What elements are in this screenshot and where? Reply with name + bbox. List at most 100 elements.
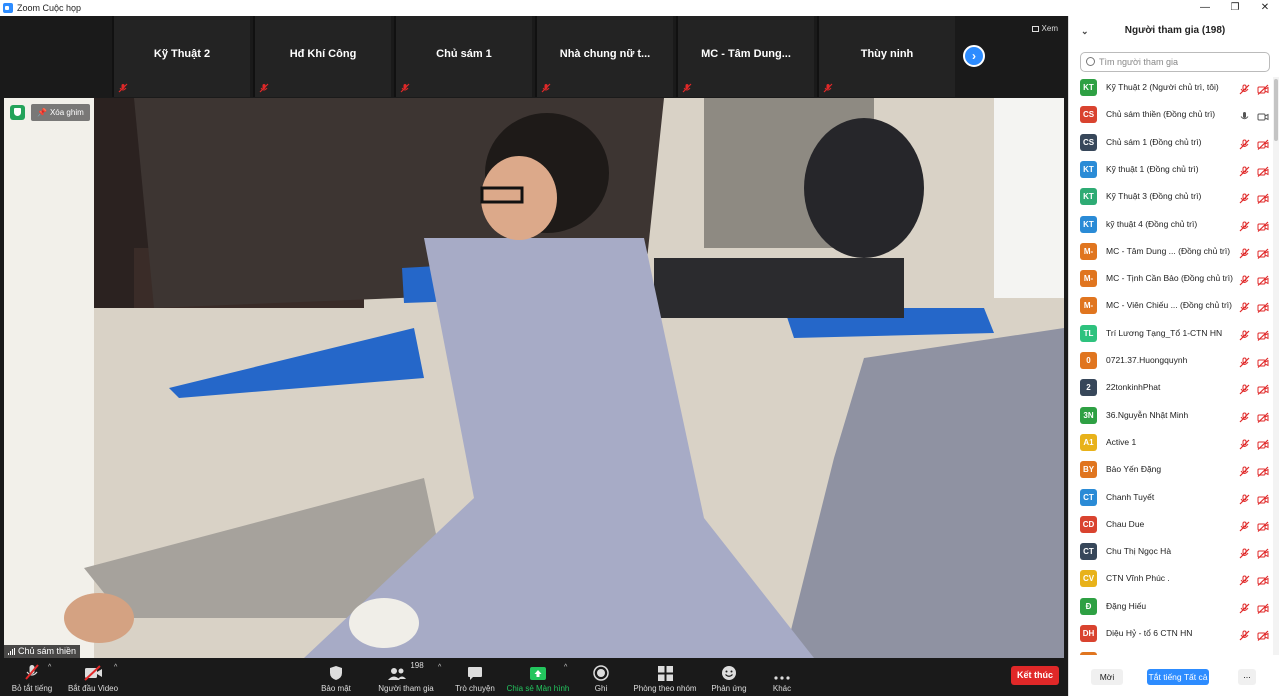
mic-muted-icon[interactable] <box>1239 273 1250 291</box>
mic-muted-icon[interactable] <box>1239 164 1250 182</box>
participant-row[interactable]: CT Chanh Tuyết <box>1069 487 1274 514</box>
camera-off-icon <box>1257 164 1269 182</box>
close-window-button[interactable]: ✕ <box>1250 0 1280 16</box>
panel-more-button[interactable]: ... <box>1238 669 1256 685</box>
participant-row[interactable]: M- MC - Tịnh Cần Bảo (Đồng chủ trì) <box>1069 268 1274 295</box>
window-controls: — ❐ ✕ <box>1190 0 1280 16</box>
mic-muted-icon[interactable] <box>1239 546 1250 564</box>
mic-muted-icon <box>25 664 39 680</box>
thumbnail-tile[interactable]: Nhà chung nữ t... <box>535 16 673 97</box>
mic-muted-icon[interactable] <box>1239 464 1250 482</box>
collapse-panel-icon[interactable]: ⌄ <box>1081 16 1089 46</box>
invite-button[interactable]: Mời <box>1091 669 1123 685</box>
share-options-caret[interactable]: ^ <box>564 664 567 671</box>
thumbnail-tile[interactable]: Chủ sám 1 <box>394 16 532 97</box>
mic-muted-icon[interactable] <box>1239 137 1250 155</box>
view-button[interactable]: Xem <box>1031 24 1058 33</box>
thumbnail-tile[interactable]: Hđ Khí Công <box>253 16 391 97</box>
avatar: CT <box>1080 543 1097 561</box>
mic-muted-icon[interactable] <box>1239 246 1250 264</box>
participant-row[interactable]: CV CTN Vĩnh Phúc . <box>1069 568 1274 595</box>
panel-header: ⌄ Người tham gia (198) <box>1069 16 1280 46</box>
participant-row[interactable]: KT Kỹ thuật 1 (Đồng chủ trì) <box>1069 159 1274 186</box>
mic-muted-icon[interactable] <box>1239 437 1250 455</box>
minimize-button[interactable]: — <box>1190 0 1220 16</box>
mic-muted-icon[interactable] <box>1239 82 1250 100</box>
avatar: M- <box>1080 297 1097 315</box>
mic-muted-icon[interactable] <box>1239 573 1250 591</box>
avatar: CS <box>1080 106 1097 124</box>
participant-row[interactable]: CS Chủ sám 1 (Đồng chủ trì) <box>1069 132 1274 159</box>
next-page-button[interactable]: › <box>963 45 985 67</box>
mic-muted-icon[interactable] <box>1239 328 1250 346</box>
thumbnail-tile[interactable]: MC - Tâm Dung... <box>676 16 814 97</box>
participant-list-scrollbar[interactable] <box>1273 77 1279 655</box>
share-screen-button[interactable]: Chia sẻ Màn hình <box>506 658 570 696</box>
thumbnail-tile[interactable]: Kỹ Thuật 2 <box>112 16 250 97</box>
search-icon <box>1086 57 1095 66</box>
reactions-button[interactable]: Phản ứng <box>708 658 750 696</box>
camera-off-icon <box>1257 300 1269 318</box>
mic-muted-icon[interactable] <box>1239 300 1250 318</box>
video-options-caret[interactable]: ^ <box>114 664 117 671</box>
avatar: KT <box>1080 215 1097 233</box>
audio-options-caret[interactable]: ^ <box>48 664 51 671</box>
participant-row[interactable]: CS Chủ sám thiền (Đồng chủ trì) <box>1069 104 1274 131</box>
breakout-rooms-button[interactable]: Phòng theo nhóm <box>630 658 700 696</box>
participant-row[interactable]: TL Trí Lương Tạng_Tổ 1-CTN HN <box>1069 323 1274 350</box>
participant-row[interactable]: 3N 36.Nguyễn Nhật Minh <box>1069 405 1274 432</box>
avatar: DH <box>1080 625 1097 642</box>
mic-muted-icon[interactable] <box>1239 601 1250 619</box>
participant-name: Chủ sám 1 (Đồng chủ trì) <box>1106 136 1202 147</box>
mute-all-button[interactable]: Tắt tiếng Tất cả <box>1147 669 1209 685</box>
mic-muted-icon[interactable] <box>1239 191 1250 209</box>
security-button[interactable]: Bảo mật <box>316 658 356 696</box>
participant-name: 0721.37.Huongquynh <box>1106 355 1188 365</box>
participant-list: KT Kỹ Thuật 2 (Người chủ trì, tôi) CS Chủ s… <box>1069 77 1274 655</box>
record-button[interactable]: Ghi <box>586 658 616 696</box>
mic-icon[interactable] <box>1239 109 1250 127</box>
avatar: 0 <box>1080 352 1097 369</box>
participant-row[interactable]: Đ Đặng Hiếu <box>1069 596 1274 623</box>
camera-off-icon <box>1257 410 1269 428</box>
participant-row[interactable] <box>1069 650 1274 655</box>
participant-name: kỹ thuật 4 (Đồng chủ trì) <box>1106 218 1198 229</box>
speaker-name: Chủ sám thiền <box>18 646 77 656</box>
end-meeting-button[interactable]: Kết thúc <box>1011 666 1059 685</box>
mic-muted-icon[interactable] <box>1239 519 1250 537</box>
participants-options-caret[interactable]: ^ <box>438 664 441 671</box>
participant-row[interactable]: 0 0721.37.Huongquynh <box>1069 350 1274 377</box>
shield-icon[interactable] <box>10 105 25 120</box>
camera-off-icon <box>1257 219 1269 237</box>
title-bar: Zoom Cuộc họp — ❐ ✕ <box>0 0 1280 16</box>
more-button[interactable]: Khác <box>766 658 798 696</box>
participant-row[interactable]: M- MC - Viên Chiếu ... (Đồng chủ trì) <box>1069 295 1274 322</box>
participant-row[interactable]: CT Chu Thị Ngọc Hà <box>1069 541 1274 568</box>
mic-muted-icon[interactable] <box>1239 410 1250 428</box>
participant-row[interactable]: KT Kỹ Thuật 3 (Đồng chủ trì) <box>1069 186 1274 213</box>
participant-row[interactable]: DH Diệu Hỷ - tổ 6 CTN HN <box>1069 623 1274 650</box>
avatar: KT <box>1080 188 1097 206</box>
participants-button[interactable]: 198 Người tham gia <box>374 658 438 696</box>
mic-muted-icon[interactable] <box>1239 492 1250 510</box>
mic-muted-icon[interactable] <box>1239 355 1250 373</box>
unpin-button[interactable]: 📌 Xóa ghim <box>31 104 90 121</box>
participant-row[interactable]: KT Kỹ Thuật 2 (Người chủ trì, tôi) <box>1069 77 1274 104</box>
participant-name: Kỹ Thuật 2 (Người chủ trì, tôi) <box>1106 82 1219 92</box>
participant-search-input[interactable]: Tìm người tham gia <box>1080 52 1270 72</box>
participant-row[interactable]: KT kỹ thuật 4 (Đồng chủ trì) <box>1069 214 1274 241</box>
search-placeholder: Tìm người tham gia <box>1099 57 1178 67</box>
mic-muted-icon[interactable] <box>1239 219 1250 237</box>
camera-icon <box>1257 109 1269 127</box>
maximize-button[interactable]: ❐ <box>1220 0 1250 16</box>
participant-row[interactable]: A1 Active 1 <box>1069 432 1274 459</box>
mic-muted-icon[interactable] <box>1239 382 1250 400</box>
mic-muted-icon[interactable] <box>1239 628 1250 646</box>
camera-off-icon <box>1257 273 1269 291</box>
chat-button[interactable]: Trò chuyện <box>452 658 498 696</box>
participant-row[interactable]: BY Bảo Yến Đặng <box>1069 459 1274 486</box>
participant-row[interactable]: M- MC - Tâm Dung ... (Đồng chủ trì) <box>1069 241 1274 268</box>
thumbnail-tile[interactable]: Thùy ninh <box>817 16 955 97</box>
participant-row[interactable]: CD Chau Due <box>1069 514 1274 541</box>
participant-row[interactable]: 2 22tonkinhPhat <box>1069 377 1274 404</box>
